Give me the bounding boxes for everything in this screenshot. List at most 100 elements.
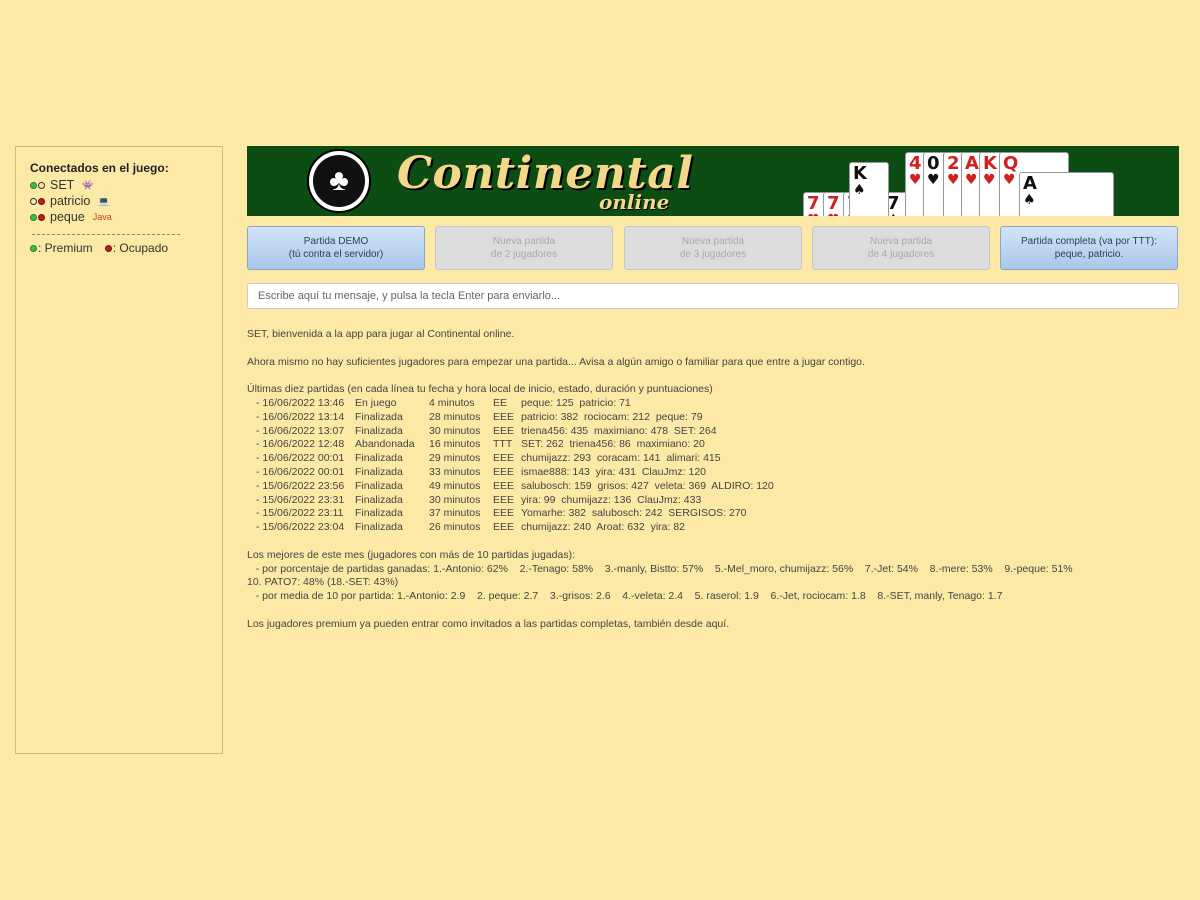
best-players-section: Los mejores de este mes (jugadores con m… xyxy=(247,549,1187,604)
best-by-percentage-continued: 10. PATO7: 48% (18.-SET: 43%) xyxy=(247,576,399,589)
match-duration: 30 minutos xyxy=(429,493,481,506)
best-by-average: - por media de 10 por partida: 1.-Antoni… xyxy=(247,590,1003,603)
match-state: Finalizada xyxy=(355,452,403,465)
premium-note: Los jugadores premium ya pueden entrar c… xyxy=(247,617,730,630)
match-duration: 30 minutos xyxy=(429,424,481,437)
sidebar-divider xyxy=(32,234,180,235)
button-label-line2: peque, patricio. xyxy=(1054,249,1124,260)
card-rank: K xyxy=(853,163,867,184)
button-label-line1: Partida DEMO xyxy=(303,236,369,247)
match-mode: EEE xyxy=(493,424,515,437)
match-row: - 15/06/2022 23:04 Finalizada 26 minutos EE… xyxy=(247,521,1187,535)
connected-users-heading: Conectados en el juego: xyxy=(30,161,169,175)
game-mode-button[interactable]: Nueva partida de 3 jugadores xyxy=(624,226,802,270)
match-row: - 16/06/2022 13:46 En juego 4 minutos EE peq… xyxy=(247,397,1187,411)
match-scores: patricio: 382 rociocam: 212 peque: 79 xyxy=(521,410,703,423)
game-mode-button[interactable]: Partida completa (va por TTT): peque, pat… xyxy=(1000,226,1178,270)
best-players-title: Los mejores de este mes (jugadores con m… xyxy=(247,548,576,561)
user-device-badge-icon: Java xyxy=(92,212,112,222)
button-label-line1: Nueva partida xyxy=(681,236,745,247)
match-duration: 28 minutos xyxy=(429,410,481,423)
match-duration: 4 minutos xyxy=(429,396,475,409)
chat-message-input[interactable] xyxy=(247,283,1179,309)
button-label-line2: de 4 jugadores xyxy=(867,249,935,260)
match-duration: 26 minutos xyxy=(429,521,481,534)
card-rank: A xyxy=(1023,173,1037,194)
main-info-panel: SET, bienvenida a la app para jugar al C… xyxy=(247,328,1187,645)
match-row: - 15/06/2022 23:31 Finalizada 30 minutos EE… xyxy=(247,494,1187,508)
match-scores: triena456: 435 maximiano: 478 SET: 264 xyxy=(521,424,717,437)
match-date: - 15/06/2022 23:56 xyxy=(256,479,345,492)
legend-busy-label: : Ocupado xyxy=(112,241,169,255)
match-date: - 16/06/2022 13:14 xyxy=(256,410,345,423)
match-mode: EEE xyxy=(493,410,515,423)
connected-user-row[interactable]: patricio 💻 xyxy=(30,193,222,209)
last-matches-title: Últimas diez partidas (en cada línea tu … xyxy=(247,383,713,396)
last-matches-section: Últimas diez partidas (en cada línea tu … xyxy=(247,383,1187,535)
card-suits-logo-icon: ♣ xyxy=(307,149,371,213)
card-rank: Q xyxy=(1003,153,1019,174)
user-device-badge-icon: 💻 xyxy=(98,195,110,206)
match-row: - 16/06/2022 12:48 Abandonada 16 minutos TT… xyxy=(247,438,1187,452)
connected-user-row[interactable]: peque Java xyxy=(30,209,222,225)
connected-user-name: patricio xyxy=(50,194,91,208)
match-state: En juego xyxy=(355,396,397,409)
match-scores: chumijazz: 240 Aroat: 632 yira: 82 xyxy=(521,521,686,534)
match-date: - 16/06/2022 12:48 xyxy=(256,438,345,451)
match-duration: 37 minutos xyxy=(429,507,481,520)
match-state: Finalizada xyxy=(355,493,403,506)
card-suit-icon: ♠ xyxy=(1023,192,1036,208)
button-label-line1: Nueva partida xyxy=(492,236,556,247)
welcome-text: SET, bienvenida a la app para jugar al C… xyxy=(247,328,515,340)
button-label-line2: (tú contra el servidor) xyxy=(288,249,384,260)
status-dot-icon xyxy=(38,181,45,189)
match-date: - 16/06/2022 00:01 xyxy=(256,465,345,478)
match-state: Finalizada xyxy=(355,410,403,423)
match-scores: peque: 125 patricio: 71 xyxy=(521,396,631,409)
user-device-badge-icon: 👾 xyxy=(82,179,94,190)
status-dot-icon xyxy=(30,213,37,221)
playing-card: A ♠ xyxy=(1019,172,1114,216)
match-scores: ismae888: 143 yira: 431 ClauJmz: 120 xyxy=(521,465,707,478)
match-row: - 16/06/2022 00:01 Finalizada 33 minutos EE… xyxy=(247,466,1187,480)
busy-dot-icon xyxy=(104,244,112,252)
match-date: - 15/06/2022 23:31 xyxy=(256,493,345,506)
button-label-line1: Partida completa (va por TTT): xyxy=(1021,236,1157,247)
legend-premium-label: : Premium xyxy=(38,241,93,255)
status-legend: : Premium : Ocupado xyxy=(30,241,222,255)
continental-banner: ♣ Continental online 7♥7♥7♥7♥7♠K♠4♥0♥2♥A… xyxy=(247,146,1179,216)
playing-card: K ♠ xyxy=(849,162,889,216)
match-mode: EEE xyxy=(493,493,515,506)
match-row: - 15/06/2022 23:11 Finalizada 37 minutos EE… xyxy=(247,507,1187,521)
match-mode: EEE xyxy=(493,452,515,465)
match-duration: 29 minutos xyxy=(429,452,481,465)
connected-user-name: SET xyxy=(50,178,75,192)
match-scores: yira: 99 chumijazz: 136 ClauJmz: 433 xyxy=(521,493,702,506)
game-mode-button[interactable]: Nueva partida de 2 jugadores xyxy=(435,226,613,270)
match-state: Finalizada xyxy=(355,521,403,534)
match-scores: salubosch: 159 grisos: 427 veleta: 369 A… xyxy=(521,479,774,492)
match-state: Finalizada xyxy=(355,479,403,492)
not-enough-players-text: Ahora mismo no hay suficientes jugadores… xyxy=(247,355,865,368)
match-date: - 16/06/2022 13:07 xyxy=(256,424,345,437)
connected-user-row[interactable]: SET 👾 xyxy=(30,177,222,193)
button-label-line2: de 3 jugadores xyxy=(679,249,747,260)
match-mode: EEE xyxy=(493,507,515,520)
connected-user-name: peque xyxy=(50,210,85,224)
match-scores: chumijazz: 293 coracam: 141 alimari: 415 xyxy=(521,452,721,465)
connected-users-panel: Conectados en el juego: SET 👾 patricio 💻 peq… xyxy=(15,146,223,754)
match-scores: SET: 262 triena456: 86 maximiano: 20 xyxy=(521,438,705,451)
match-mode: EEE xyxy=(493,479,515,492)
match-mode: EE xyxy=(493,396,508,409)
match-mode: EEE xyxy=(493,521,515,534)
match-mode: TTT xyxy=(493,438,513,451)
status-dot-icon xyxy=(38,197,45,205)
game-mode-button[interactable]: Partida DEMO (tú contra el servidor) xyxy=(247,226,425,270)
match-state: Abandonada xyxy=(355,438,415,451)
match-row: - 16/06/2022 13:07 Finalizada 30 minutos EE… xyxy=(247,425,1187,439)
match-duration: 49 minutos xyxy=(429,479,481,492)
status-dot-icon xyxy=(30,181,37,189)
match-duration: 33 minutos xyxy=(429,465,481,478)
connected-users-list: SET 👾 patricio 💻 peque Java xyxy=(30,177,222,225)
game-mode-button[interactable]: Nueva partida de 4 jugadores xyxy=(812,226,990,270)
